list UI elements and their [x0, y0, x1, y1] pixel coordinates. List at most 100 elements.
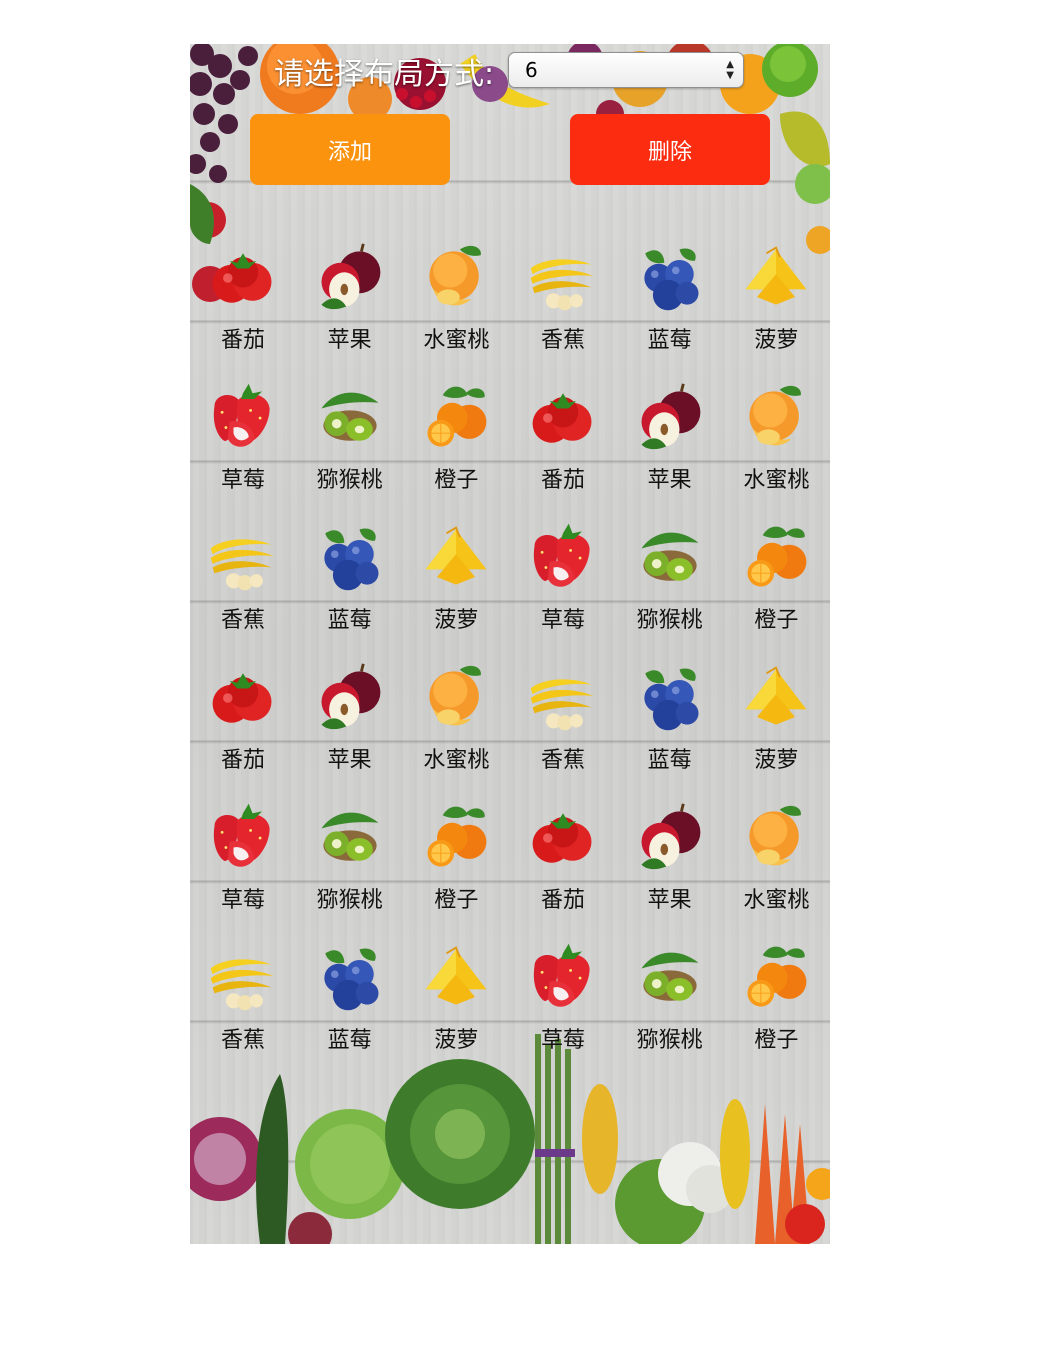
fruit-label: 香蕉 [220, 1028, 265, 1053]
fruit-item[interactable]: 草莓 [190, 800, 296, 940]
fruit-label: 水蜜桃 [423, 328, 490, 353]
fruit-item[interactable]: 蓝莓 [617, 240, 723, 380]
fruit-label: 香蕉 [220, 608, 265, 633]
fruit-label: 香蕉 [540, 328, 585, 353]
delete-button[interactable]: 删除 [570, 114, 770, 185]
fruit-item[interactable]: 菠萝 [723, 660, 829, 800]
peach-icon [749, 805, 802, 866]
strawberry-icon [213, 383, 270, 447]
strawberry-icon [533, 943, 590, 1007]
fruit-item[interactable]: 菠萝 [723, 240, 829, 380]
fruit-label: 菠萝 [754, 748, 799, 773]
fruit-label: 水蜜桃 [743, 468, 810, 493]
fruit-label: 苹果 [647, 468, 692, 493]
fruit-label: 菠萝 [434, 1028, 479, 1053]
fruit-item[interactable]: 香蕉 [190, 940, 296, 1080]
fruit-item[interactable]: 草莓 [510, 940, 616, 1080]
tomato-icon [532, 813, 592, 863]
fruit-label: 蓝莓 [647, 748, 692, 773]
fruit-item[interactable]: 橙子 [403, 800, 509, 940]
fruit-item[interactable]: 苹果 [617, 800, 723, 940]
fruit-label: 草莓 [540, 608, 585, 633]
fruit-label: 苹果 [327, 748, 372, 773]
tomato-icon [212, 673, 272, 723]
fruit-label: 草莓 [220, 888, 265, 913]
fruit-item[interactable]: 猕猴桃 [297, 800, 403, 940]
apple-icon [641, 383, 701, 450]
fruit-item[interactable]: 菠萝 [403, 520, 509, 660]
fruit-item[interactable]: 水蜜桃 [723, 800, 829, 940]
fruit-label: 猕猴桃 [316, 888, 383, 913]
fruit-label: 橙子 [754, 608, 799, 633]
blueberry-icon [644, 668, 699, 731]
peach-icon [429, 665, 482, 726]
fruit-label: 猕猴桃 [636, 608, 703, 633]
fruit-item[interactable]: 猕猴桃 [297, 380, 403, 520]
fruit-item[interactable]: 橙子 [723, 940, 829, 1080]
blueberry-icon [644, 248, 699, 311]
tomato-icon [212, 253, 272, 303]
pineapple-icon [745, 666, 807, 725]
fruit-item[interactable]: 蓝莓 [617, 660, 723, 800]
peach-icon [429, 245, 482, 306]
tomato-icon [532, 393, 592, 443]
fruit-item[interactable]: 番茄 [510, 800, 616, 940]
kiwi-icon [641, 952, 699, 1001]
fruit-item[interactable]: 蓝莓 [297, 520, 403, 660]
fruit-item[interactable]: 水蜜桃 [403, 240, 509, 380]
orange-icon [747, 526, 807, 587]
fruit-item[interactable]: 蓝莓 [297, 940, 403, 1080]
fruit-item[interactable]: 香蕉 [190, 520, 296, 660]
fruit-item[interactable]: 番茄 [190, 660, 296, 800]
fruit-label: 番茄 [540, 468, 585, 493]
fruit-item[interactable]: 番茄 [190, 240, 296, 380]
strawberry-icon [533, 523, 590, 587]
fruit-label: 橙子 [754, 1028, 799, 1053]
add-button[interactable]: 添加 [250, 114, 450, 185]
fruit-label: 草莓 [540, 1028, 585, 1053]
fruit-label: 蓝莓 [327, 1028, 372, 1053]
fruit-item[interactable]: 番茄 [510, 380, 616, 520]
fruit-item[interactable]: 草莓 [190, 380, 296, 520]
fruit-item[interactable]: 苹果 [297, 240, 403, 380]
kiwi-icon [641, 532, 699, 581]
banana-icon [530, 679, 594, 731]
pineapple-icon [425, 526, 487, 585]
fruit-label: 水蜜桃 [423, 748, 490, 773]
fruit-item[interactable]: 草莓 [510, 520, 616, 660]
fruit-item[interactable]: 苹果 [617, 380, 723, 520]
layout-label: 请选择布局方式: [274, 57, 495, 92]
fruit-item[interactable]: 水蜜桃 [723, 380, 829, 520]
fruit-label: 菠萝 [434, 608, 479, 633]
kiwi-icon [321, 392, 379, 441]
fruit-item[interactable]: 猕猴桃 [617, 520, 723, 660]
layout-select[interactable]: 6 ▲ ▼ [508, 52, 744, 88]
fruit-item[interactable]: 菠萝 [403, 940, 509, 1080]
apple-icon [641, 803, 701, 870]
banana-icon [210, 959, 274, 1011]
pineapple-icon [425, 946, 487, 1005]
fruit-label: 香蕉 [540, 748, 585, 773]
apple-icon [321, 243, 381, 310]
fruit-label: 草莓 [220, 468, 265, 493]
kiwi-icon [321, 812, 379, 861]
fruit-item[interactable]: 水蜜桃 [403, 660, 509, 800]
fruit-label: 番茄 [220, 748, 265, 773]
fruit-item[interactable]: 香蕉 [510, 660, 616, 800]
fruit-label: 水蜜桃 [743, 888, 810, 913]
fruit-label: 猕猴桃 [636, 1028, 703, 1053]
fruit-item[interactable]: 香蕉 [510, 240, 616, 380]
banana-icon [530, 259, 594, 311]
fruit-item[interactable]: 苹果 [297, 660, 403, 800]
strawberry-icon [213, 803, 270, 867]
fruit-label: 猕猴桃 [316, 468, 383, 493]
fruit-label: 蓝莓 [647, 328, 692, 353]
fruit-item[interactable]: 橙子 [723, 520, 829, 660]
fruit-layout-app: 请选择布局方式: 6 ▲ ▼ 添加 删除 番茄 苹果 水蜜桃 香蕉 蓝莓 菠萝 … [190, 44, 830, 1244]
orange-icon [747, 946, 807, 1007]
fruit-item[interactable]: 橙子 [403, 380, 509, 520]
blueberry-icon [324, 528, 379, 591]
layout-select-value: 6 [525, 58, 538, 82]
fruit-item[interactable]: 猕猴桃 [617, 940, 723, 1080]
fruit-label: 蓝莓 [327, 608, 372, 633]
